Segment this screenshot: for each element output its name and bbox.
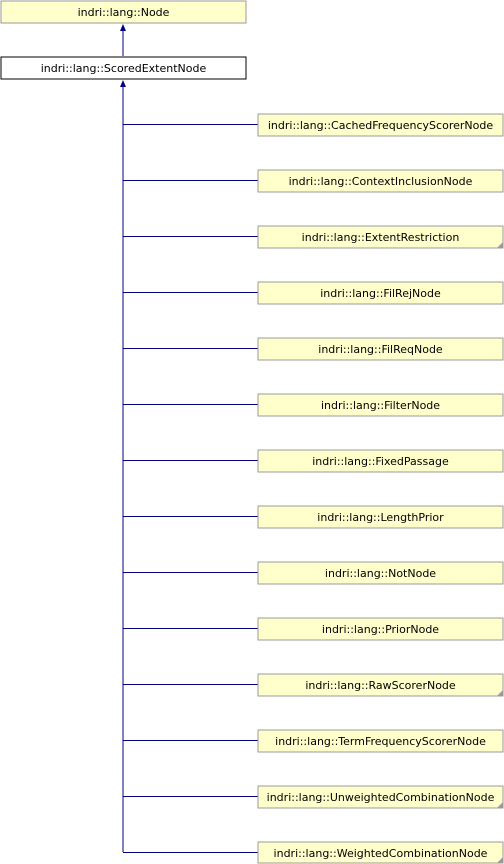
child-node-cached-frequency-scorer[interactable]: indri::lang::CachedFrequencyScorerNode [257,113,504,137]
child-node-prior[interactable]: indri::lang::PriorNode [257,617,504,641]
base-node[interactable]: indri::lang::Node [0,0,247,24]
child-node-label: indri::lang::WeightedCombinationNode [274,847,488,860]
child-row-not: indri::lang::NotNode [123,561,504,585]
child-node-label: indri::lang::NotNode [325,567,436,580]
child-row-context-inclusion: indri::lang::ContextInclusionNode [123,169,504,193]
child-row-extent-restriction: indri::lang::ExtentRestriction [123,225,504,249]
edge-scored-to-node [120,24,126,56]
child-node-fil-req[interactable]: indri::lang::FilReqNode [257,337,504,361]
child-row-prior: indri::lang::PriorNode [123,617,504,641]
child-node-label: indri::lang::PriorNode [322,623,439,636]
child-node-label: indri::lang::ExtentRestriction [302,231,460,244]
child-node-fixed-passage[interactable]: indri::lang::FixedPassage [257,449,504,473]
child-row-unweighted-combination: indri::lang::UnweightedCombinationNode [123,785,504,809]
child-node-filter[interactable]: indri::lang::FilterNode [257,393,504,417]
child-node-label: indri::lang::FilReqNode [318,343,443,356]
child-node-label: indri::lang::TermFrequencyScorerNode [275,735,486,748]
child-row-cached-frequency-scorer: indri::lang::CachedFrequencyScorerNode [123,113,504,137]
child-node-term-frequency-scorer[interactable]: indri::lang::TermFrequencyScorerNode [257,729,504,753]
child-node-fil-rej[interactable]: indri::lang::FilRejNode [257,281,504,305]
child-row-weighted-combination: indri::lang::WeightedCombinationNode [123,841,504,864]
child-row-raw-scorer: indri::lang::RawScorerNode [123,673,504,697]
child-row-filter: indri::lang::FilterNode [123,393,504,417]
edge-trunk [120,80,126,852]
child-node-not[interactable]: indri::lang::NotNode [257,561,504,585]
child-node-raw-scorer[interactable]: indri::lang::RawScorerNode [257,673,504,697]
child-node-label: indri::lang::RawScorerNode [305,679,456,692]
child-row-length-prior: indri::lang::LengthPrior [123,505,504,529]
child-node-label: indri::lang::FixedPassage [312,455,449,468]
child-node-label: indri::lang::UnweightedCombinationNode [267,791,495,804]
child-node-label: indri::lang::LengthPrior [317,511,444,524]
child-node-weighted-combination[interactable]: indri::lang::WeightedCombinationNode [257,841,504,864]
child-node-length-prior[interactable]: indri::lang::LengthPrior [257,505,504,529]
child-row-fil-rej: indri::lang::FilRejNode [123,281,504,305]
arrowhead-icon [120,24,126,31]
base-node-label: indri::lang::Node [78,6,170,19]
child-node-context-inclusion[interactable]: indri::lang::ContextInclusionNode [257,169,504,193]
child-node-label: indri::lang::FilRejNode [320,287,441,300]
scored-extent-node-label: indri::lang::ScoredExtentNode [41,62,207,75]
child-node-label: indri::lang::FilterNode [321,399,440,412]
child-node-label: indri::lang::ContextInclusionNode [289,175,473,188]
child-node-label: indri::lang::CachedFrequencyScorerNode [268,119,493,132]
child-row-term-frequency-scorer: indri::lang::TermFrequencyScorerNode [123,729,504,753]
child-row-fixed-passage: indri::lang::FixedPassage [123,449,504,473]
child-node-unweighted-combination[interactable]: indri::lang::UnweightedCombinationNode [257,785,504,809]
inheritance-diagram: indri::lang::Node indri::lang::ScoredExt… [0,0,504,864]
child-row-fil-req: indri::lang::FilReqNode [123,337,504,361]
child-node-extent-restriction[interactable]: indri::lang::ExtentRestriction [257,225,504,249]
scored-extent-node[interactable]: indri::lang::ScoredExtentNode [0,56,247,80]
arrowhead-icon [120,80,126,87]
